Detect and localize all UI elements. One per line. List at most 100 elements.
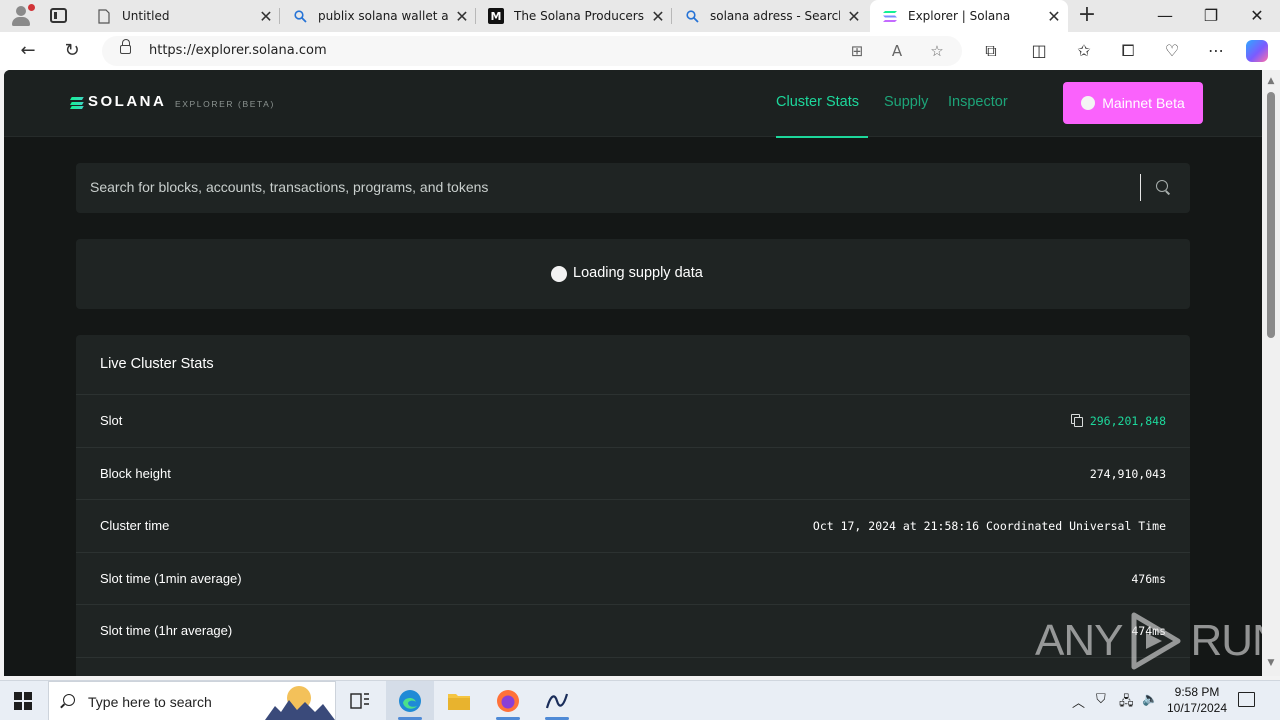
back-arrow-icon[interactable]: ← <box>14 38 42 64</box>
collections-icon[interactable]: ⧠ <box>1116 40 1140 62</box>
anyrun-app-icon[interactable] <box>533 681 581 720</box>
cluster-select-button[interactable]: Mainnet Beta <box>1063 82 1203 124</box>
refresh-icon[interactable]: ↻ <box>58 38 86 64</box>
close-tab-icon[interactable]: ✕ <box>1040 7 1068 26</box>
tab-title: Untitled <box>122 9 170 23</box>
close-window-icon[interactable]: ✕ <box>1234 0 1280 32</box>
edge-browser-icon[interactable] <box>386 681 434 720</box>
tab-actions-icon[interactable] <box>50 8 67 23</box>
live-cluster-stats-card: Live Cluster Stats Slot 296,201,848 Bloc… <box>76 335 1190 676</box>
copilot-icon[interactable] <box>1246 40 1268 62</box>
browser-tab-publix-search[interactable]: publix solana wallet adre ✕ <box>280 0 476 32</box>
minimize-icon[interactable]: — <box>1142 0 1188 32</box>
anyrun-watermark: ANY RUN <box>1035 610 1280 672</box>
taskbar-search-box[interactable]: Type here to search <box>48 681 336 720</box>
stat-label: Block height <box>100 465 171 481</box>
solana-logo-icon[interactable] <box>70 97 84 109</box>
close-tab-icon[interactable]: ✕ <box>644 7 672 26</box>
stat-value: Oct 17, 2024 at 21:58:16 Coordinated Uni… <box>812 519 1166 533</box>
stat-row-block-height: Block height 274,910,043 <box>76 448 1190 500</box>
stat-row-slot: Slot 296,201,848 <box>76 395 1190 448</box>
restore-icon[interactable]: ❐ <box>1188 0 1234 32</box>
clock-date: 10/17/2024 <box>1166 701 1228 715</box>
browser-tab-strip: Untitled ✕ publix solana wallet adre ✕ M… <box>0 0 1280 32</box>
site-header: SOLANA EXPLORER (BETA) Cluster Stats Sup… <box>4 70 1262 138</box>
browser-essentials-icon[interactable]: ♡ <box>1160 40 1184 62</box>
tab-title: Explorer | Solana <box>908 9 1011 23</box>
cluster-button-label: Mainnet Beta <box>1102 95 1185 111</box>
search-box[interactable]: Search for blocks, accounts, transaction… <box>76 163 1190 213</box>
close-tab-icon[interactable]: ✕ <box>840 7 868 26</box>
app-available-icon[interactable]: ⊞ <box>846 41 868 61</box>
network-icon[interactable]: 🖧 <box>1119 692 1134 714</box>
taskbar-clock[interactable]: 9:58 PM 10/17/2024 <box>1160 684 1234 716</box>
windows-start-icon[interactable] <box>14 692 32 710</box>
browser-tab-solana-adress-search[interactable]: solana adress - Search ✕ <box>672 0 868 32</box>
search-divider <box>1140 174 1141 201</box>
scroll-down-arrow-icon[interactable]: ▼ <box>1266 658 1276 668</box>
favorites-icon[interactable]: ✩ <box>1072 40 1096 62</box>
stat-value: 476ms <box>1131 571 1166 586</box>
url-text[interactable]: https://explorer.solana.com <box>149 43 327 58</box>
card-title: Live Cluster Stats <box>100 356 214 372</box>
cluster-status-icon <box>1081 96 1096 110</box>
favorite-star-icon[interactable]: ☆ <box>926 41 948 61</box>
close-tab-icon[interactable]: ✕ <box>252 7 280 26</box>
browser-tab-untitled[interactable]: Untitled ✕ <box>84 0 280 32</box>
slot-link[interactable]: 296,201,848 <box>1090 414 1166 428</box>
task-view-icon[interactable] <box>336 681 384 720</box>
extensions-icon[interactable]: ⧉ <box>979 40 1003 62</box>
more-options-icon[interactable]: ⋯ <box>1204 40 1228 62</box>
split-screen-icon[interactable]: ◫ <box>1027 40 1051 62</box>
search-icon[interactable] <box>1156 180 1168 192</box>
volume-icon[interactable]: 🔈 <box>1142 692 1158 707</box>
brand-subtitle: EXPLORER (BETA) <box>175 99 275 109</box>
search-icon <box>63 694 75 706</box>
watermark-left-text: ANY <box>1035 616 1123 665</box>
search-icon <box>684 8 700 24</box>
firefox-icon[interactable] <box>484 681 532 720</box>
supply-loading-card: Loading supply data <box>76 239 1190 309</box>
copy-icon[interactable] <box>1071 414 1083 427</box>
tab-title: The Solana Producers List <box>514 9 644 23</box>
read-aloud-icon[interactable]: A <box>886 41 908 61</box>
close-tab-icon[interactable]: ✕ <box>448 7 476 26</box>
clock-time: 9:58 PM <box>1174 685 1220 699</box>
address-bar[interactable]: https://explorer.solana.com ⊞ A ☆ <box>102 36 962 66</box>
nav-cluster-stats[interactable]: Cluster Stats <box>776 94 859 110</box>
stat-label: Slot <box>100 413 123 428</box>
profile-avatar-icon[interactable] <box>8 4 35 28</box>
loading-spinner-icon <box>551 266 567 282</box>
nav-inspector[interactable]: Inspector <box>948 94 1008 110</box>
stat-label: Slot time (1min average) <box>100 570 242 586</box>
notifications-icon[interactable] <box>1238 692 1255 707</box>
lock-icon[interactable] <box>120 39 131 54</box>
new-tab-plus-icon[interactable]: + <box>1076 4 1098 28</box>
search-input[interactable]: Search for blocks, accounts, transaction… <box>90 179 488 195</box>
stat-row-slot-time-1hr: Slot time (1hr average) 474ms <box>76 605 1190 658</box>
page-viewport: SOLANA EXPLORER (BETA) Cluster Stats Sup… <box>4 70 1262 676</box>
tab-title: publix solana wallet adre <box>318 9 448 23</box>
file-explorer-icon[interactable] <box>435 681 483 720</box>
scroll-up-arrow-icon[interactable]: ▲ <box>1266 76 1276 86</box>
stat-label: Slot time (1hr average) <box>100 623 233 638</box>
browser-toolbar: ← ↻ https://explorer.solana.com ⊞ A ☆ ⧉ … <box>0 32 1280 70</box>
show-hidden-icons-chevron-icon[interactable]: ︿ <box>1072 692 1085 711</box>
search-icon <box>292 8 308 24</box>
defender-icon[interactable]: ⛉ <box>1096 692 1106 707</box>
page-scrollbar[interactable]: ▲ ▼ <box>1262 70 1280 676</box>
loading-text: Loading supply data <box>573 265 703 281</box>
solana-icon <box>882 8 898 24</box>
scroll-thumb[interactable] <box>1267 92 1275 338</box>
windows-taskbar: Type here to search ︿ ⛉ 🖧 🔈 9:58 PM 10/1… <box>0 680 1280 720</box>
stat-row-slot-time-1min: Slot time (1min average) 476ms <box>76 553 1190 605</box>
browser-tab-solana-producers[interactable]: M The Solana Producers List ✕ <box>476 0 672 32</box>
nav-supply[interactable]: Supply <box>884 94 928 110</box>
taskbar-search-input[interactable]: Type here to search <box>88 694 212 710</box>
active-nav-underline <box>776 136 868 138</box>
stat-label: Cluster time <box>100 518 170 533</box>
browser-tab-explorer-solana[interactable]: Explorer | Solana ✕ <box>870 0 1068 32</box>
tab-title: solana adress - Search <box>710 9 840 23</box>
brand-name[interactable]: SOLANA <box>88 93 166 110</box>
play-triangle-icon <box>1131 612 1181 670</box>
